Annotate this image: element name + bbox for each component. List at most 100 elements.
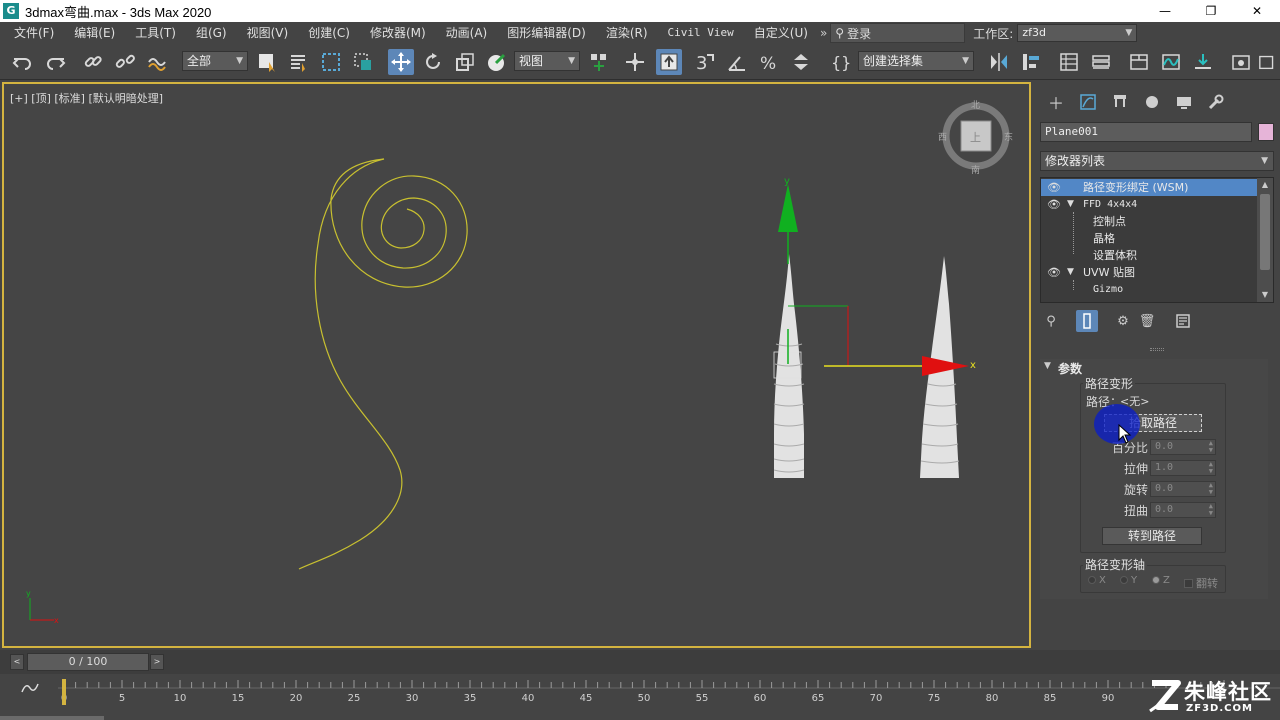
display-tab-icon[interactable] [1168, 90, 1200, 114]
menu-animation[interactable]: 动画(A) [436, 22, 498, 44]
selection-filter-dropdown[interactable]: 全部 ▼ [182, 51, 248, 71]
menu-rendering[interactable]: 渲染(R) [596, 22, 658, 44]
spinner-snap-icon[interactable] [788, 49, 814, 75]
stack-subitem-set-volume[interactable]: 设置体积 [1041, 247, 1257, 264]
select-by-name-icon[interactable] [286, 49, 312, 75]
menu-tools[interactable]: 工具(T) [125, 22, 186, 44]
create-tab-plus-icon[interactable]: ＋ [1040, 90, 1072, 114]
maximize-button[interactable]: ❐ [1188, 0, 1234, 22]
login-button[interactable]: ⚲ 登录 [830, 23, 966, 43]
configure-modifier-sets-icon[interactable] [1172, 310, 1194, 332]
open-mini-curve-editor-icon[interactable] [20, 680, 42, 698]
rectangular-selection-icon[interactable] [318, 49, 344, 75]
viewcube[interactable]: 上 北 南 东 西 [938, 100, 1013, 176]
named-selection-dropdown[interactable]: 创建选择集 ▼ [858, 51, 974, 71]
menu-customize[interactable]: 自定义(U) [744, 22, 818, 44]
render-setup-icon[interactable] [1228, 49, 1254, 75]
pin-stack-icon[interactable]: ⚲ [1040, 310, 1062, 332]
axis-x-radio[interactable]: X [1088, 575, 1106, 586]
menu-overflow-chevron-icon[interactable]: » [820, 26, 827, 40]
redo-icon[interactable] [42, 49, 68, 75]
rotation-spinner[interactable]: 0.0 ▲ ▼ [1150, 481, 1216, 497]
eye-icon[interactable]: 👁 [1047, 196, 1061, 213]
object-color-swatch[interactable] [1258, 123, 1274, 141]
menu-modifiers[interactable]: 修改器(M) [360, 22, 436, 44]
stack-subitem-control-points[interactable]: 控制点 [1041, 213, 1257, 230]
select-and-rotate-icon[interactable] [420, 49, 446, 75]
menu-file[interactable]: 文件(F) [0, 22, 64, 44]
motion-tab-icon[interactable] [1136, 90, 1168, 114]
stack-subitem-gizmo[interactable]: Gizmo [1041, 281, 1257, 298]
twist-spinner[interactable]: 0.0 ▲ ▼ [1150, 502, 1216, 518]
hierarchy-tab-icon[interactable] [1104, 90, 1136, 114]
minimize-button[interactable]: — [1142, 0, 1188, 22]
stack-item-ffd[interactable]: 👁 ▼ FFD 4x4x4 [1041, 196, 1257, 213]
modify-tab-icon[interactable] [1072, 90, 1104, 114]
window-crossing-icon[interactable] [350, 49, 376, 75]
layer-explorer-icon[interactable] [1088, 49, 1114, 75]
menu-edit[interactable]: 编辑(E) [64, 22, 125, 44]
show-end-result-icon[interactable] [1076, 310, 1098, 332]
stretch-spinner[interactable]: 1.0 ▲ ▼ [1150, 460, 1216, 476]
menu-create[interactable]: 创建(C) [298, 22, 360, 44]
frame-ruler[interactable]: 051015202530354045505560657075808590 [58, 678, 1280, 718]
reference-coordinate-dropdown[interactable]: 视图 ▼ [514, 51, 580, 71]
dope-sheet-icon[interactable] [1190, 49, 1216, 75]
bind-space-warp-icon[interactable] [144, 49, 170, 75]
ribbon-toggle-icon[interactable] [1126, 49, 1152, 75]
scroll-thumb[interactable] [1260, 194, 1270, 270]
top-viewport[interactable]: x y 上 北 南 东 西 y x [+] [顶] [标准] [默认明暗处理] [2, 82, 1031, 648]
percent-snap-icon[interactable]: % [756, 49, 782, 75]
track-bar[interactable]: 051015202530354045505560657075808590 [0, 674, 1280, 720]
close-button[interactable]: ✕ [1234, 0, 1280, 22]
time-slider-thumb[interactable]: 0 / 100 [27, 653, 149, 671]
edit-named-selection-icon[interactable]: {} [828, 49, 854, 75]
rollout-header[interactable]: ▼ 参数 [1040, 359, 1268, 377]
workspace-dropdown[interactable]: zf3d ▼ [1017, 24, 1138, 42]
axis-y-radio[interactable]: Y [1120, 575, 1137, 586]
utilities-tab-wrench-icon[interactable] [1200, 90, 1232, 114]
menu-civil-view[interactable]: Civil View [658, 22, 744, 44]
scene-explorer-icon[interactable] [1056, 49, 1082, 75]
stack-item-path-deform-binding[interactable]: 👁 路径变形绑定 (WSM) [1041, 179, 1257, 196]
menu-group[interactable]: 组(G) [186, 22, 237, 44]
menu-graph-editors[interactable]: 图形编辑器(D) [497, 22, 596, 44]
select-and-move-icon[interactable] [388, 49, 414, 75]
select-object-icon[interactable] [254, 49, 280, 75]
menu-views[interactable]: 视图(V) [237, 22, 299, 44]
expand-triangle-icon[interactable]: ▼ [1067, 264, 1074, 281]
move-to-path-button[interactable]: 转到路径 [1102, 527, 1202, 545]
angle-snap-icon[interactable] [724, 49, 750, 75]
scroll-up-icon[interactable]: ▲ [1257, 178, 1273, 192]
mirror-icon[interactable] [986, 49, 1012, 75]
manipulate-icon[interactable] [622, 49, 648, 75]
render-frame-icon[interactable] [1258, 49, 1278, 75]
unlink-icon[interactable] [112, 49, 138, 75]
select-and-place-icon[interactable] [484, 49, 510, 75]
select-and-scale-icon[interactable] [452, 49, 478, 75]
eye-icon[interactable]: 👁 [1047, 264, 1061, 281]
keyboard-shortcut-override-icon[interactable] [656, 49, 682, 75]
axis-z-radio[interactable]: Z [1152, 575, 1170, 586]
flip-checkbox[interactable]: 翻转 [1184, 575, 1218, 591]
undo-icon[interactable] [10, 49, 36, 75]
next-frame-button[interactable]: > [150, 654, 164, 670]
align-icon[interactable] [1018, 49, 1044, 75]
scroll-down-icon[interactable]: ▼ [1257, 288, 1273, 302]
eye-icon[interactable]: 👁 [1047, 179, 1061, 196]
stack-item-uvw-map[interactable]: 👁 ▼ UVW 贴图 [1041, 264, 1257, 281]
object-name-field[interactable]: Plane001 [1040, 122, 1252, 142]
previous-frame-button[interactable]: < [10, 654, 24, 670]
modifier-list-dropdown[interactable]: 修改器列表 ▼ [1040, 151, 1274, 171]
percent-spinner[interactable]: 0.0 ▲ ▼ [1150, 439, 1216, 455]
viewport-label[interactable]: [+] [顶] [标准] [默认明暗处理] [10, 90, 163, 106]
expand-triangle-icon[interactable]: ▼ [1067, 196, 1074, 213]
pivot-point-center-icon[interactable] [586, 49, 612, 75]
make-unique-icon[interactable]: ⚙ [1112, 310, 1134, 332]
curve-editor-icon[interactable] [1158, 49, 1184, 75]
snaps-toggle-icon[interactable]: 3 [692, 49, 718, 75]
stack-scrollbar[interactable]: ▲ ▼ [1257, 178, 1273, 302]
panel-splitter-grip[interactable] [1150, 348, 1164, 351]
link-icon[interactable] [80, 49, 106, 75]
time-slider[interactable]: < 0 / 100 > [0, 650, 1280, 674]
